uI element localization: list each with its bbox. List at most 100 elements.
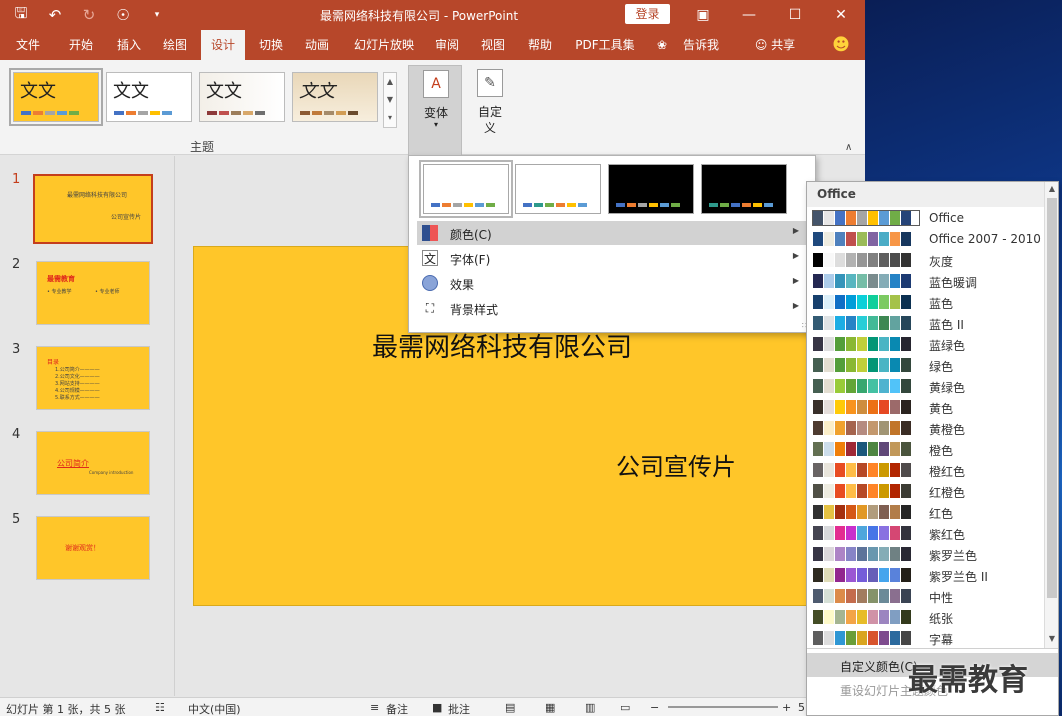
- tell-me-search[interactable]: 告诉我: [676, 30, 726, 60]
- customize-label-1: 自定: [477, 105, 502, 119]
- redo-icon[interactable]: ↻: [76, 4, 102, 26]
- maximize-icon[interactable]: ☐: [772, 0, 818, 30]
- color-swatch: [868, 316, 879, 330]
- color-swatch: [835, 463, 846, 477]
- tab-file[interactable]: 文件: [5, 30, 51, 60]
- slide-thumbnail-5[interactable]: 谢谢观赏！: [36, 516, 150, 580]
- color-scheme-item[interactable]: 蓝绿色: [810, 334, 1042, 355]
- language-indicator[interactable]: 中文(中国): [188, 701, 241, 716]
- color-scheme-item[interactable]: 紫罗兰色: [810, 544, 1042, 565]
- slideshow-view-icon[interactable]: ▭: [620, 701, 630, 714]
- login-button[interactable]: 登录: [625, 4, 670, 24]
- scroll-up-icon[interactable]: ▲: [384, 73, 396, 91]
- color-scheme-item[interactable]: 红色: [810, 502, 1042, 523]
- expand-gallery-icon[interactable]: ▾: [384, 109, 396, 127]
- slide-thumbnail-3[interactable]: 目录 1.公司简介———— 2.公司文化———— 3.网站支持———— 4.公司…: [36, 346, 150, 410]
- color-scheme-item[interactable]: 紫罗兰色 II: [810, 565, 1042, 586]
- color-scheme-item[interactable]: Office 2007 - 2010: [810, 229, 1042, 250]
- color-swatch: [868, 379, 879, 393]
- tab-design[interactable]: 设计: [201, 30, 245, 60]
- color-scheme-item[interactable]: 黄绿色: [810, 376, 1042, 397]
- ribbon-display-options-icon[interactable]: ▣: [680, 0, 726, 30]
- tab-pdf-tools[interactable]: PDF工具集: [570, 30, 640, 60]
- color-scheme-item[interactable]: 纸张: [810, 607, 1042, 628]
- slide-thumbnail-1[interactable]: 最需网络科技有限公司 公司宣传片: [33, 174, 153, 244]
- color-scheme-item[interactable]: 黄橙色: [810, 418, 1042, 439]
- reading-view-icon[interactable]: ▥: [585, 701, 595, 714]
- menu-item-fonts[interactable]: 文 字体(F) ▶: [417, 246, 807, 270]
- share-button[interactable]: ☺ 共享: [748, 30, 802, 60]
- scroll-up-icon[interactable]: ▲: [1045, 182, 1058, 196]
- theme-wood-type[interactable]: 文文: [292, 72, 378, 122]
- color-scheme-item[interactable]: 黄色: [810, 397, 1042, 418]
- menu-item-background-styles[interactable]: ⛶ 背景样式 ▶: [417, 296, 807, 320]
- color-scheme-item[interactable]: 橙色: [810, 439, 1042, 460]
- variant-thumbnail-4[interactable]: [701, 164, 787, 214]
- color-scheme-item[interactable]: 蓝色暖调: [810, 271, 1042, 292]
- color-scheme-item[interactable]: 灰度: [810, 250, 1042, 271]
- scroll-down-icon[interactable]: ▼: [1045, 632, 1058, 646]
- scroll-thumb[interactable]: [1047, 198, 1057, 598]
- color-scheme-item[interactable]: 中性: [810, 586, 1042, 607]
- color-scheme-item[interactable]: 绿色: [810, 355, 1042, 376]
- zoom-slider[interactable]: [668, 706, 778, 708]
- variants-button[interactable]: A 变体 ▾: [408, 65, 462, 157]
- flyout-scrollbar[interactable]: ▲ ▼: [1044, 182, 1058, 648]
- thumb-text: • 专业老师: [95, 289, 120, 295]
- color-swatch-strip: [813, 421, 919, 435]
- tab-transitions[interactable]: 切换: [248, 30, 294, 60]
- menu-item-colors[interactable]: 颜色(C) ▶: [417, 221, 807, 245]
- minimize-icon[interactable]: —: [726, 0, 772, 30]
- thumb-text: 2.公司文化————: [55, 374, 100, 380]
- scroll-down-icon[interactable]: ▼: [384, 91, 396, 109]
- variant-thumbnail-3[interactable]: [608, 164, 694, 214]
- smiley-feedback-icon[interactable]: ☻: [828, 30, 854, 60]
- slide-thumbnail-4[interactable]: 公司简介 Company introduction: [36, 431, 150, 495]
- tab-view[interactable]: 视图: [470, 30, 516, 60]
- tab-slideshow[interactable]: 幻灯片放映: [346, 30, 422, 60]
- color-scheme-item[interactable]: 红橙色: [810, 481, 1042, 502]
- zoom-in-icon[interactable]: +: [782, 701, 791, 714]
- customize-qat-icon[interactable]: ▾: [144, 4, 170, 26]
- accessibility-icon[interactable]: ☷: [155, 701, 165, 714]
- close-icon[interactable]: ✕: [818, 0, 864, 30]
- menu-item-effects[interactable]: 效果 ▶: [417, 271, 807, 295]
- color-scheme-item[interactable]: Office: [810, 208, 1042, 229]
- theme-gallery-scroll[interactable]: ▲ ▼ ▾: [383, 72, 397, 128]
- notes-button[interactable]: 备注: [386, 701, 408, 716]
- slide-sorter-icon[interactable]: ▦: [545, 701, 555, 714]
- zoom-out-icon[interactable]: −: [650, 701, 659, 714]
- undo-icon[interactable]: ↶: [42, 4, 68, 26]
- color-swatch: [890, 568, 901, 582]
- tab-home[interactable]: 开始: [58, 30, 104, 60]
- tab-insert[interactable]: 插入: [106, 30, 152, 60]
- collapse-ribbon-icon[interactable]: ∧: [845, 142, 852, 153]
- slide-subtitle[interactable]: 公司宣传片: [616, 447, 736, 482]
- customize-button[interactable]: ✎ 自定 义: [463, 65, 517, 145]
- comments-button[interactable]: 批注: [448, 701, 470, 716]
- theme-retrospect[interactable]: 文文: [199, 72, 285, 122]
- color-scheme-item[interactable]: 紫红色: [810, 523, 1042, 544]
- color-swatch: [835, 547, 846, 561]
- color-swatch: [846, 232, 857, 246]
- color-scheme-item[interactable]: 字幕: [810, 628, 1042, 649]
- color-swatch: [857, 400, 868, 414]
- save-icon[interactable]: 🖫: [8, 4, 34, 26]
- color-scheme-item[interactable]: 橙红色: [810, 460, 1042, 481]
- tab-animations[interactable]: 动画: [294, 30, 340, 60]
- color-swatch-strip: [813, 442, 919, 456]
- variant-thumbnail-1[interactable]: [419, 160, 513, 218]
- lightbulb-icon[interactable]: ❀: [652, 30, 672, 60]
- color-scheme-item[interactable]: 蓝色 II: [810, 313, 1042, 334]
- present-icon[interactable]: ☉: [110, 4, 136, 26]
- theme-office-white[interactable]: 文文: [106, 72, 192, 122]
- variant-thumbnail-2[interactable]: [515, 164, 601, 214]
- tab-help[interactable]: 帮助: [517, 30, 563, 60]
- tab-draw[interactable]: 绘图: [152, 30, 198, 60]
- tab-review[interactable]: 审阅: [424, 30, 470, 60]
- color-scheme-item[interactable]: 蓝色: [810, 292, 1042, 313]
- normal-view-icon[interactable]: ▤: [505, 701, 515, 714]
- slide-thumbnail-2[interactable]: 最需教育 • 专业教学 • 专业老师: [36, 261, 150, 325]
- color-swatch: [835, 505, 846, 519]
- theme-office-yellow[interactable]: 文文: [9, 68, 103, 126]
